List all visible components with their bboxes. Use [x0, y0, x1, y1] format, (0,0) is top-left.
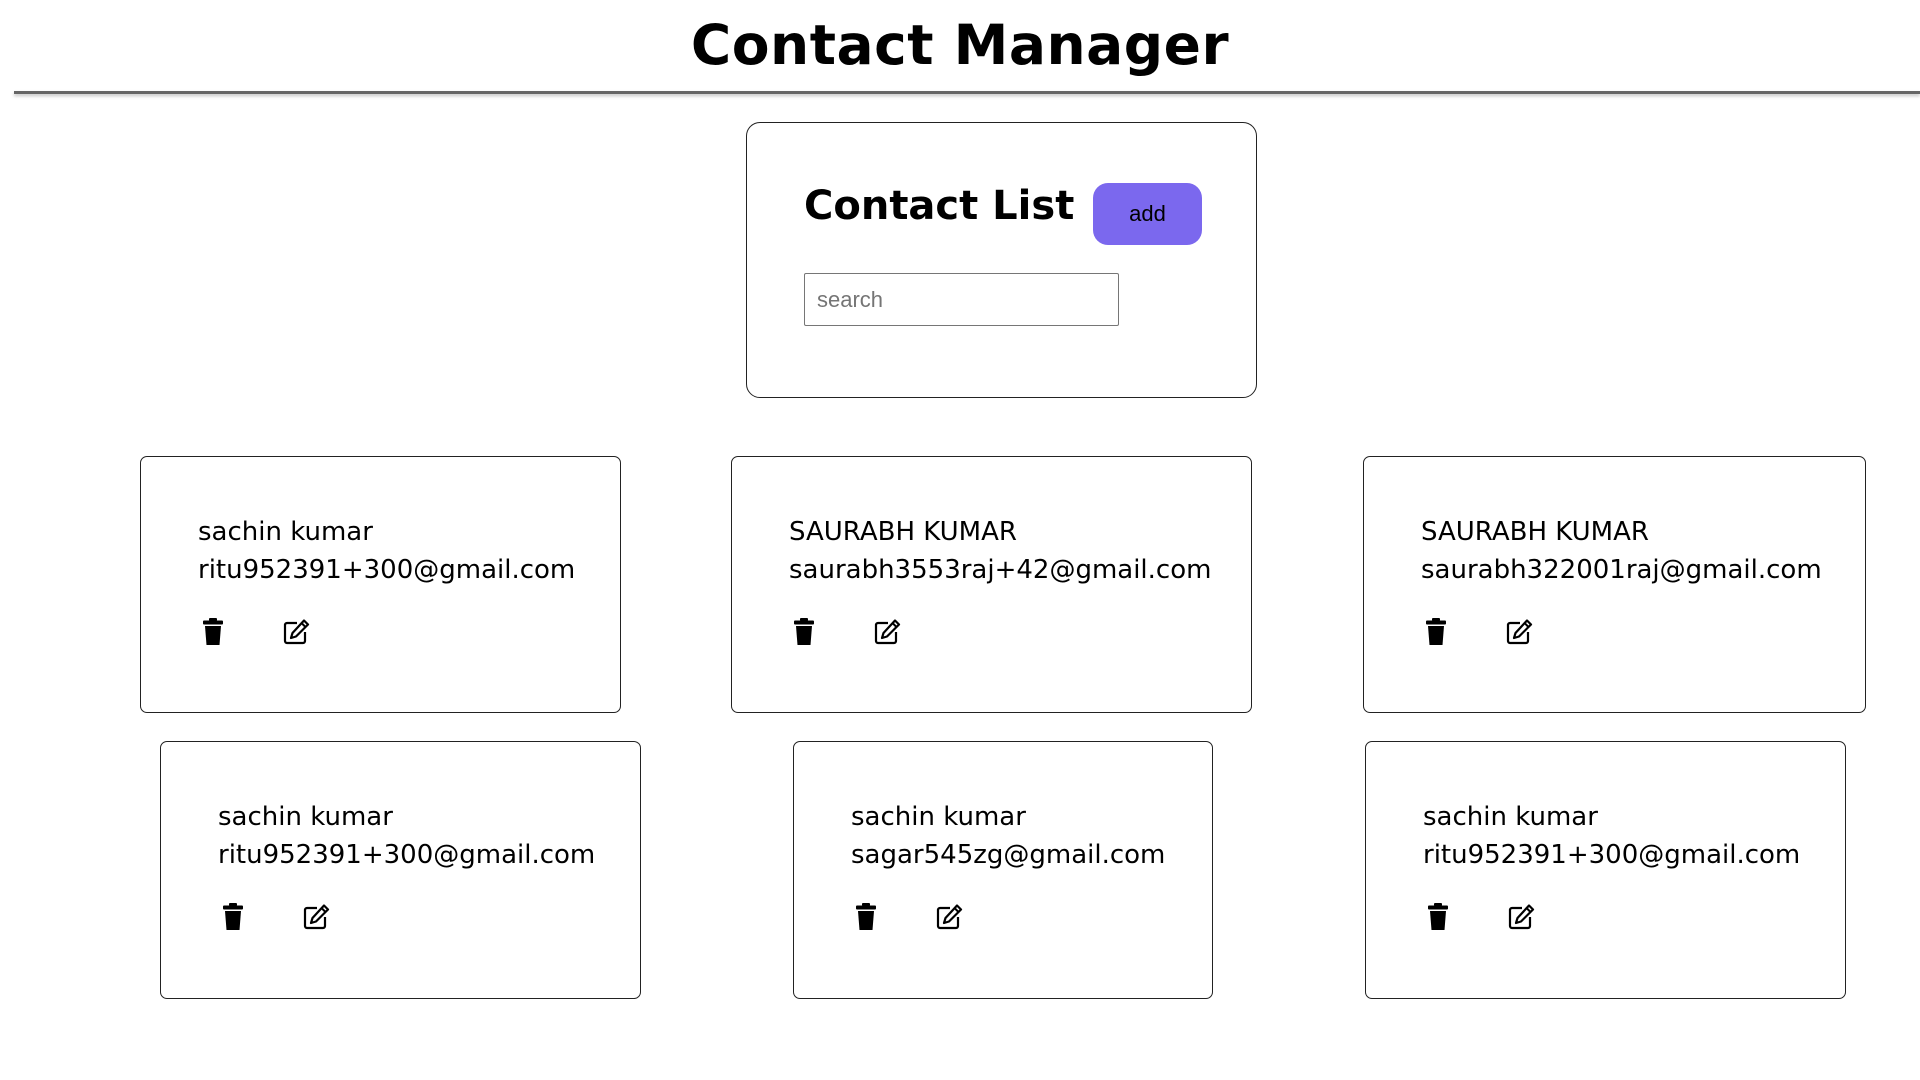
contact-card: sachin kumar ritu952391+300@gmail.com — [140, 456, 621, 713]
edit-icon[interactable] — [934, 902, 964, 932]
trash-icon[interactable] — [789, 617, 819, 647]
contact-name: sachin kumar — [218, 802, 393, 832]
contact-email: ritu952391+300@gmail.com — [1423, 840, 1801, 870]
contact-card: sachin kumar ritu952391+300@gmail.com — [1365, 741, 1846, 999]
contact-card: sachin kumar ritu952391+300@gmail.com — [160, 741, 641, 999]
contact-name: SAURABH KUMAR — [1421, 517, 1649, 547]
contact-name: sachin kumar — [198, 517, 373, 547]
trash-icon[interactable] — [1423, 902, 1453, 932]
trash-icon[interactable] — [198, 617, 228, 647]
contact-email: saurabh3553raj+42@gmail.com — [789, 555, 1212, 585]
page-title: Contact Manager — [690, 13, 1230, 77]
contact-email: ritu952391+300@gmail.com — [218, 840, 596, 870]
trash-icon[interactable] — [218, 902, 248, 932]
edit-icon[interactable] — [872, 617, 902, 647]
contact-list-panel: Contact List add — [746, 122, 1257, 398]
search-input[interactable] — [804, 273, 1119, 326]
edit-icon[interactable] — [1504, 617, 1534, 647]
contact-name: sachin kumar — [851, 802, 1026, 832]
contact-email: ritu952391+300@gmail.com — [198, 555, 576, 585]
app: Contact Manager Contact List add sachin … — [0, 0, 1920, 1080]
add-contact-button[interactable]: add — [1093, 183, 1202, 245]
contact-name: SAURABH KUMAR — [789, 517, 1017, 547]
header: Contact Manager — [0, 0, 1920, 94]
header-divider — [14, 91, 1920, 94]
contact-card: SAURABH KUMAR saurabh3553raj+42@gmail.co… — [731, 456, 1252, 713]
trash-icon[interactable] — [1421, 617, 1451, 647]
contact-card: SAURABH KUMAR saurabh322001raj@gmail.com — [1363, 456, 1866, 713]
contact-email: sagar545zg@gmail.com — [851, 840, 1166, 870]
contact-name: sachin kumar — [1423, 802, 1598, 832]
trash-icon[interactable] — [851, 902, 881, 932]
edit-icon[interactable] — [281, 617, 311, 647]
contact-list-title: Contact List — [804, 183, 1075, 229]
contact-email: saurabh322001raj@gmail.com — [1421, 555, 1822, 585]
edit-icon[interactable] — [301, 902, 331, 932]
edit-icon[interactable] — [1506, 902, 1536, 932]
contact-card: sachin kumar sagar545zg@gmail.com — [793, 741, 1213, 999]
